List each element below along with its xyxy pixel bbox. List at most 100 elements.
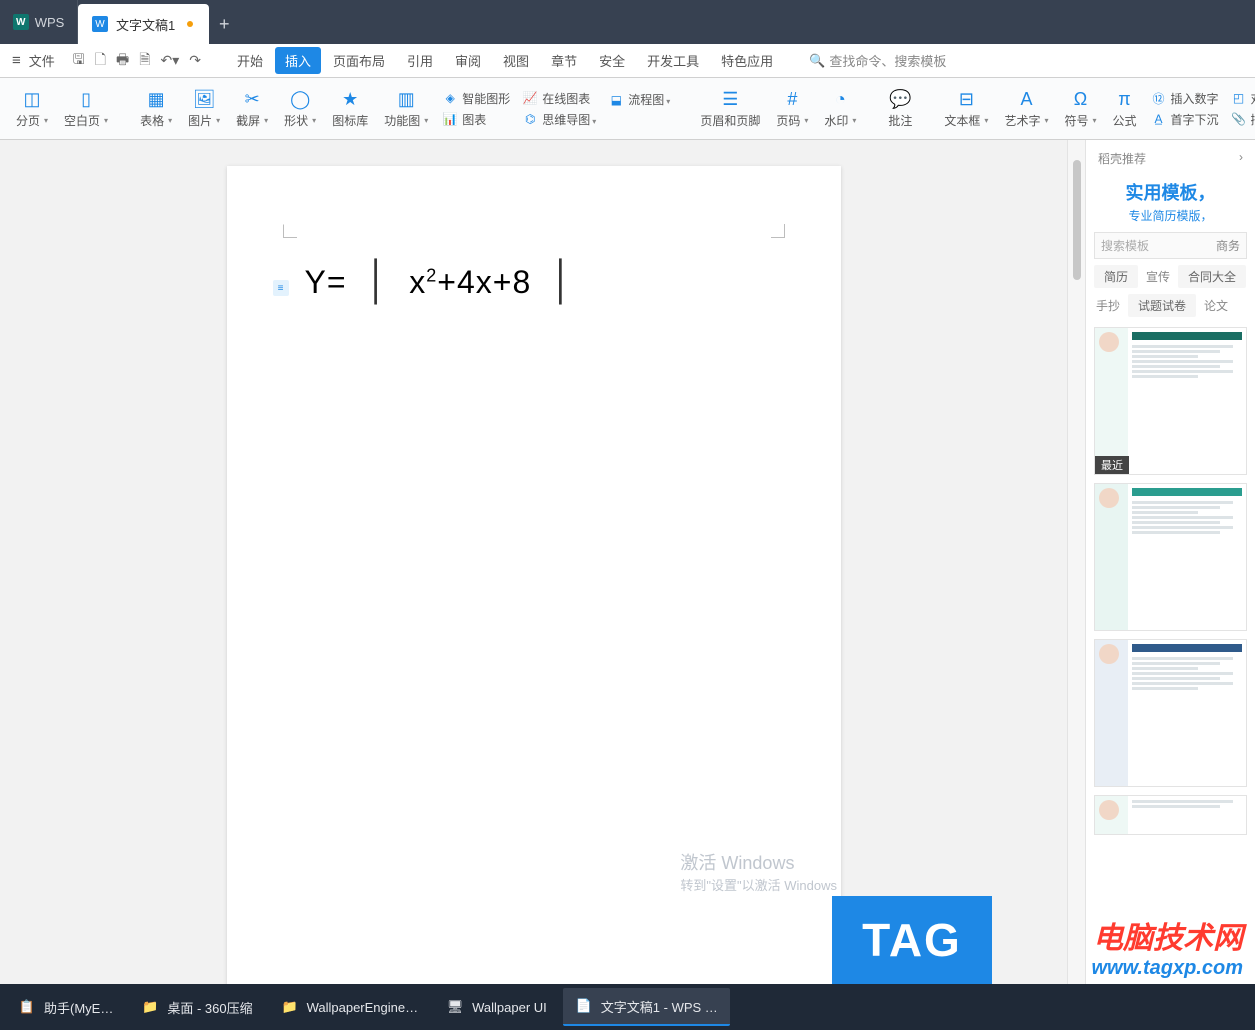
ribbon-chart-stack: ◈智能图形 📊图表 bbox=[438, 90, 514, 128]
ribbon-table[interactable]: ▦表格 bbox=[134, 88, 178, 129]
menu-tab-section[interactable]: 章节 bbox=[541, 47, 587, 74]
file-menu[interactable]: 文件 bbox=[29, 51, 55, 70]
template-thumb[interactable] bbox=[1094, 639, 1247, 787]
ribbon-iconlib[interactable]: ★图标库 bbox=[326, 88, 374, 129]
panel-title: 稻壳推荐 › bbox=[1086, 140, 1255, 171]
tag-side-0[interactable]: 宣传 bbox=[1144, 265, 1172, 288]
taskbar-item[interactable]: 📋助手(MyE… bbox=[6, 988, 125, 1026]
menu-tab-special[interactable]: 特色应用 bbox=[711, 47, 783, 74]
search-icon: 🔍 bbox=[809, 53, 825, 69]
headerfooter-icon: ☰ bbox=[719, 88, 741, 110]
ribbon-insert-stack: ⑫插入数字 A̲首字下沉 bbox=[1147, 90, 1223, 128]
ribbon-textbox[interactable]: ⊟文本框 bbox=[938, 88, 994, 129]
menubar: ≡ 文件 🖫 🗋 🖶 🗎 ↶▾ ↷ 开始 插入 页面布局 引用 审阅 视图 章节… bbox=[0, 44, 1255, 78]
ribbon-dropcap[interactable]: A̲首字下沉 bbox=[1151, 111, 1219, 128]
ribbon-comment[interactable]: 💬批注 bbox=[882, 88, 918, 129]
smartart-icon: ▥ bbox=[395, 88, 417, 110]
print-icon[interactable]: 🖶 bbox=[116, 49, 129, 73]
page: ≡ Y= │ x2+4x+8 │ bbox=[227, 166, 841, 984]
ribbon-screenshot[interactable]: ✂截屏 bbox=[230, 88, 274, 129]
save-icon[interactable]: 🖫 bbox=[73, 49, 85, 73]
add-tab-button[interactable]: + bbox=[209, 4, 239, 44]
taskbar-item[interactable]: 📁WallpaperEngine… bbox=[269, 988, 431, 1026]
document-tab-label: 文字文稿1 bbox=[116, 15, 175, 34]
ribbon-insertnumber[interactable]: ⑫插入数字 bbox=[1151, 90, 1219, 107]
overlay-title: 电脑技术网 bbox=[1091, 913, 1243, 957]
formula-y: Y= bbox=[305, 264, 347, 300]
search-side: 商务 bbox=[1216, 237, 1240, 254]
ribbon-blankpage[interactable]: ▯空白页 bbox=[58, 88, 114, 129]
tag-side-1[interactable]: 手抄 bbox=[1094, 294, 1122, 317]
recent-badge: 最近 bbox=[1095, 456, 1129, 474]
tag-side-2[interactable]: 论文 bbox=[1202, 294, 1230, 317]
menu-tab-view[interactable]: 视图 bbox=[493, 47, 539, 74]
tag-resume[interactable]: 简历 bbox=[1094, 265, 1138, 288]
paragraph-marker-icon: ≡ bbox=[273, 280, 289, 296]
pi-icon: π bbox=[1114, 88, 1136, 110]
app-label: WPS bbox=[35, 15, 65, 30]
ribbon-shape[interactable]: ◯形状 bbox=[278, 88, 322, 129]
undo-icon[interactable]: ↶▾ bbox=[160, 52, 179, 69]
vertical-scrollbar[interactable] bbox=[1067, 140, 1085, 984]
menu-tab-insert[interactable]: 插入 bbox=[275, 47, 321, 74]
chart-icon: 📊 bbox=[442, 112, 458, 126]
menu-tab-layout[interactable]: 页面布局 bbox=[323, 47, 395, 74]
pagebreak-icon: ◫ bbox=[21, 88, 43, 110]
menu-tab-devtools[interactable]: 开发工具 bbox=[637, 47, 709, 74]
search-placeholder: 查找命令、搜索模板 bbox=[829, 51, 946, 70]
ribbon-pagenumber[interactable]: #页码 bbox=[770, 88, 814, 129]
ribbon-symbol[interactable]: Ω符号 bbox=[1058, 88, 1102, 129]
number-icon: ⑫ bbox=[1151, 90, 1167, 107]
abs-bar-left: │ bbox=[356, 260, 401, 302]
titlebar: W WPS W 文字文稿1 + bbox=[0, 0, 1255, 44]
search-placeholder: 搜索模板 bbox=[1101, 237, 1149, 254]
abs-bar-right: │ bbox=[540, 260, 585, 302]
ribbon-mindmap[interactable]: ⌬思维导图 bbox=[522, 111, 596, 128]
object-icon: ◰ bbox=[1231, 91, 1247, 105]
ribbon-object[interactable]: ◰对象 bbox=[1231, 90, 1255, 107]
menu-tab-security[interactable]: 安全 bbox=[589, 47, 635, 74]
taskbar-item[interactable]: 🖥Wallpaper UI bbox=[434, 988, 559, 1026]
menu-tab-start[interactable]: 开始 bbox=[227, 47, 273, 74]
scrollbar-thumb[interactable] bbox=[1073, 160, 1081, 280]
ribbon-picture[interactable]: 🖼图片 bbox=[182, 88, 226, 129]
template-thumb[interactable] bbox=[1094, 795, 1247, 835]
smartgraphic-icon: ◈ bbox=[442, 91, 458, 105]
panel-headline: 实用模板， bbox=[1086, 171, 1255, 207]
ribbon-headerfooter[interactable]: ☰页眉和页脚 bbox=[694, 88, 766, 129]
ribbon-chart[interactable]: 📊图表 bbox=[442, 111, 510, 128]
ribbon-smartart[interactable]: ▥功能图 bbox=[378, 88, 434, 129]
print-preview-icon[interactable]: 🗎 bbox=[139, 49, 150, 73]
ribbon-smartgraphic[interactable]: ◈智能图形 bbox=[442, 90, 510, 107]
ribbon-onlinechart[interactable]: 📈在线图表 bbox=[522, 90, 596, 107]
chevron-right-icon[interactable]: › bbox=[1239, 150, 1243, 167]
redo-icon[interactable]: ↷ bbox=[189, 52, 201, 69]
folder-icon: 📁 bbox=[281, 998, 299, 1016]
tag-exam[interactable]: 试题试卷 bbox=[1128, 294, 1196, 317]
document-content[interactable]: Y= │ x2+4x+8 │ bbox=[305, 260, 763, 303]
ribbon-pagebreak[interactable]: ◫分页 bbox=[10, 88, 54, 129]
ribbon-wordart[interactable]: A艺术字 bbox=[998, 88, 1054, 129]
ribbon-attachment[interactable]: 📎插入附件 bbox=[1231, 111, 1255, 128]
tag-contract[interactable]: 合同大全 bbox=[1178, 265, 1246, 288]
template-thumbnails: 最近 bbox=[1086, 323, 1255, 984]
menu-tab-review[interactable]: 审阅 bbox=[445, 47, 491, 74]
template-thumb[interactable] bbox=[1094, 483, 1247, 631]
formula-rest: +4x+8 bbox=[437, 264, 531, 300]
ribbon-equation[interactable]: π公式 bbox=[1107, 88, 1143, 129]
ribbon-watermark[interactable]: ◔水印 bbox=[818, 88, 862, 129]
app-tab[interactable]: W WPS bbox=[0, 0, 78, 44]
document-canvas[interactable]: ≡ Y= │ x2+4x+8 │ 激活 Windows 转到"设置"以激活 Wi… bbox=[0, 140, 1067, 984]
menu-tab-reference[interactable]: 引用 bbox=[397, 47, 443, 74]
taskbar-item-active[interactable]: 📄文字文稿1 - WPS … bbox=[563, 988, 730, 1026]
ribbon-flowchart[interactable]: ⬓流程图 bbox=[608, 91, 670, 108]
save-as-icon[interactable]: 🗋 bbox=[95, 49, 106, 73]
document-tab[interactable]: W 文字文稿1 bbox=[78, 4, 209, 44]
table-icon: ▦ bbox=[145, 88, 167, 110]
shape-icon: ◯ bbox=[289, 88, 311, 110]
command-search[interactable]: 🔍 查找命令、搜索模板 bbox=[809, 51, 946, 70]
taskbar-item[interactable]: 📁桌面 - 360压缩 bbox=[129, 988, 264, 1026]
hamburger-icon[interactable]: ≡ bbox=[12, 52, 21, 69]
template-search[interactable]: 搜索模板 商务 bbox=[1094, 232, 1247, 259]
template-thumb[interactable]: 最近 bbox=[1094, 327, 1247, 475]
